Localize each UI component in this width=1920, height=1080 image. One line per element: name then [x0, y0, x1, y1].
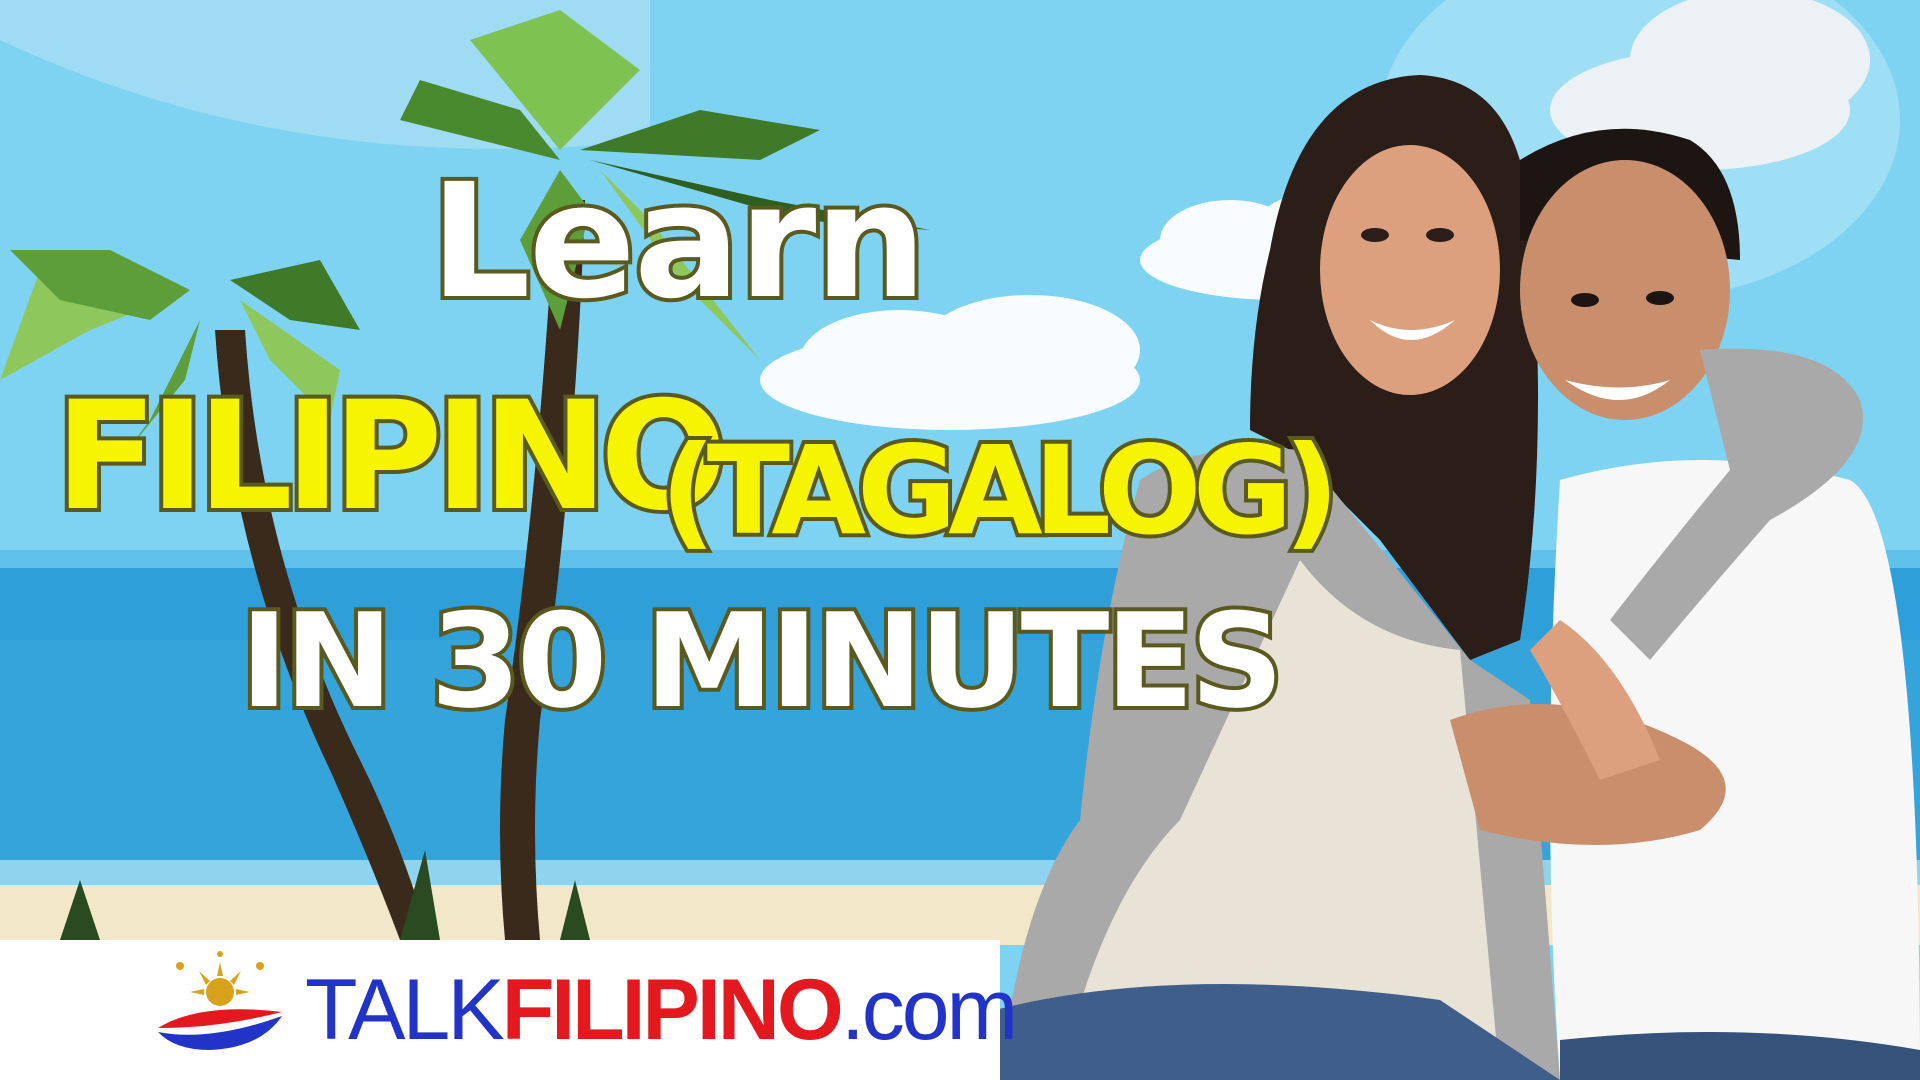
headline-learn: Learn [426, 146, 931, 338]
logo-talk: TALK [305, 962, 505, 1058]
headline-filipino: FILIPINO [51, 366, 731, 548]
logo-dotcom: .com [840, 962, 1018, 1058]
logo-filipino: FILIPINO [501, 962, 844, 1058]
talkfilipino-logo: TALKFILIPINO.com [305, 955, 1018, 1065]
headline-tagalog: (TAGALOG) [656, 416, 1343, 566]
philippine-sun-flag-icon [158, 951, 282, 1050]
headline-in-30-minutes: IN 30 MINUTES [236, 581, 1288, 741]
